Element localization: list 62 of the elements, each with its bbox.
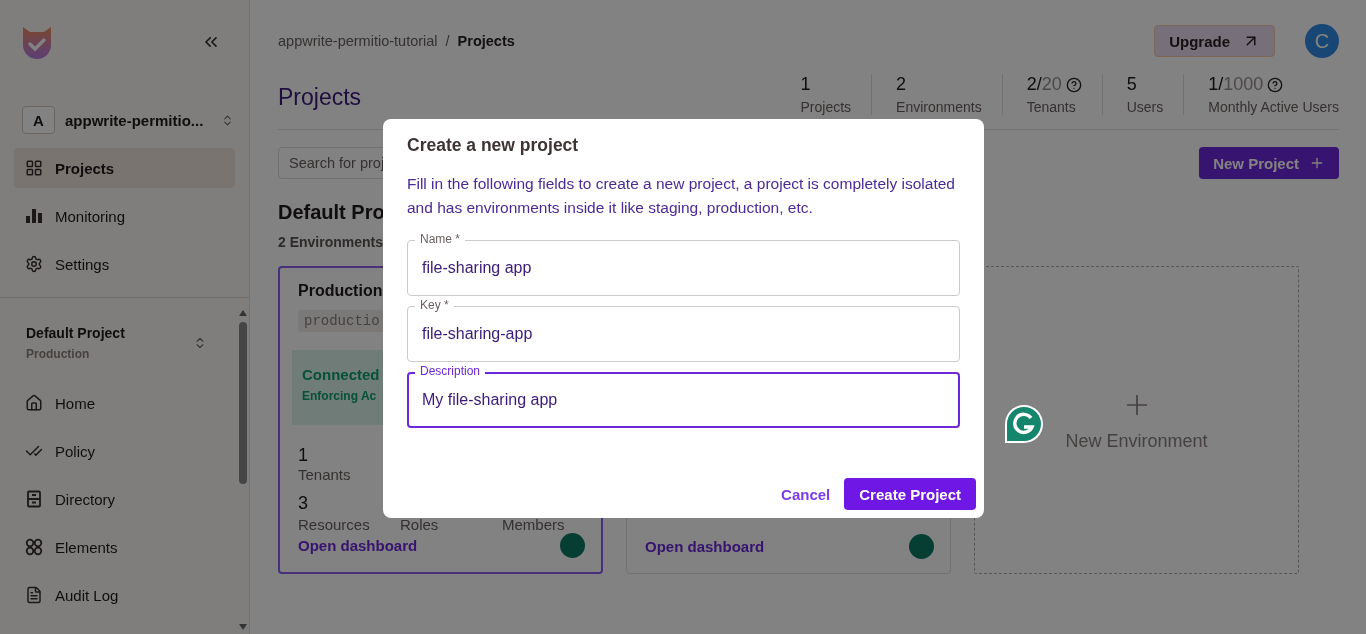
section-subtitle: 2 Environments — [278, 234, 384, 250]
stat-value: 2/20 — [1026, 74, 1062, 95]
nav-item[interactable]: Settings — [14, 244, 235, 284]
nav-item[interactable]: Policy — [14, 431, 235, 471]
status-text: Connected — [302, 366, 380, 383]
stat-label: Resources — [298, 516, 370, 533]
grid-icon — [25, 159, 43, 177]
help-icon[interactable] — [1267, 76, 1284, 93]
create-project-button[interactable]: Create Project — [844, 478, 976, 510]
circles-icon — [25, 538, 43, 556]
stat-label: Tenants — [298, 466, 351, 483]
nav-item[interactable]: Directory — [14, 479, 235, 519]
nav-item[interactable]: Home — [14, 383, 235, 423]
scrollbar[interactable] — [239, 308, 247, 632]
breadcrumb-item: Projects — [457, 33, 515, 49]
nav-item[interactable]: Audit Log — [14, 575, 235, 615]
org-selector[interactable]: A appwrite-permitio... — [22, 106, 234, 134]
breadcrumb-separator: / — [445, 33, 450, 49]
bar-chart-icon — [25, 207, 43, 225]
open-dashboard-link[interactable]: Open dashboard — [298, 537, 418, 554]
page-title: Projects — [278, 84, 362, 111]
dialog-title: Create a new project — [407, 135, 580, 156]
cabinet-icon — [25, 490, 43, 508]
breadcrumb-item[interactable]: appwrite-permitio-tutorial — [278, 33, 438, 49]
stat-label: Projects — [800, 99, 852, 115]
environment-name: Production — [298, 282, 384, 300]
stat-value: 5 — [1126, 74, 1137, 95]
nav-item[interactable]: Elements — [14, 527, 235, 567]
status-dot — [909, 534, 934, 559]
stat-value: 1 — [298, 445, 308, 466]
nav-item[interactable]: Monitoring — [14, 196, 235, 236]
stat-value: 3 — [298, 493, 308, 514]
home-icon — [25, 394, 43, 412]
stat-label: Users — [1126, 99, 1164, 115]
stat-value: 1 — [800, 74, 811, 95]
stat-label: Tenants — [1026, 99, 1077, 115]
status-dot — [560, 533, 585, 558]
dialog-description: Fill in the following fields to create a new project, a project is completely isolated and has environments inside it like staging, production, etc. — [407, 174, 956, 218]
chevrons-up-down-icon — [221, 113, 234, 127]
help-icon[interactable] — [1065, 76, 1082, 93]
environment-key: productio — [298, 310, 386, 332]
project-selector[interactable]: Default Project Production — [0, 298, 249, 383]
settings-icon — [25, 255, 43, 273]
plus-icon — [1309, 155, 1325, 171]
cancel-button[interactable]: Cancel — [779, 481, 833, 507]
stat-label: Environments — [896, 99, 982, 115]
upgrade-button[interactable]: Upgrade — [1154, 25, 1275, 57]
stat-label: Roles — [400, 516, 439, 533]
stat-label: Members — [502, 516, 565, 533]
user-avatar[interactable]: C — [1305, 24, 1339, 58]
open-dashboard-link[interactable]: Open dashboard — [645, 538, 765, 555]
stat-value: 2 — [896, 74, 907, 95]
section-title: Default Pro — [278, 201, 385, 224]
nav-item[interactable]: Projects — [14, 148, 235, 188]
document-icon — [25, 586, 43, 604]
field-label: Key * — [415, 298, 454, 313]
status-detail: Enforcing Ac — [302, 389, 377, 403]
grammar-assistant-icon[interactable] — [1004, 404, 1044, 444]
stat-label: Monthly Active Users — [1208, 99, 1339, 115]
field-label: Description — [415, 364, 486, 379]
new-project-button[interactable]: New Project — [1199, 147, 1339, 179]
stat-value: 1/1000 — [1208, 74, 1264, 95]
